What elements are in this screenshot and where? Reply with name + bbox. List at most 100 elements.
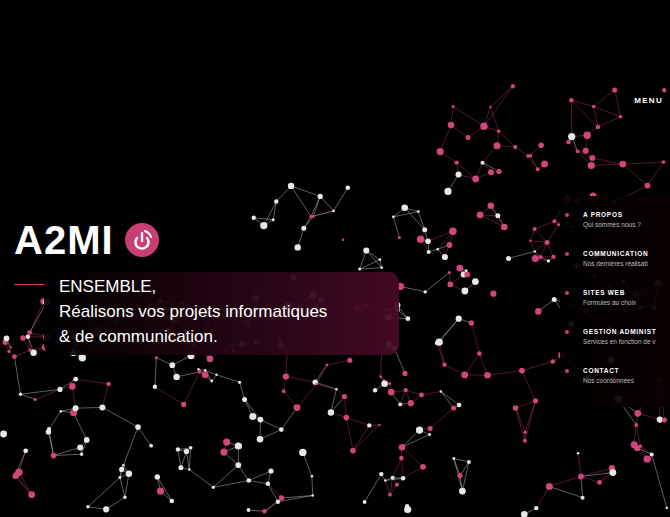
network-node [581, 496, 585, 500]
network-node [155, 356, 158, 359]
network-node [425, 238, 431, 244]
network-link [291, 186, 311, 217]
side-menu-texts[interactable]: COMMUNICATIONNos dernières réalisati [583, 249, 648, 269]
bullet-dot-icon [565, 252, 569, 256]
network-node [26, 335, 30, 339]
network-link [462, 462, 469, 491]
side-menu-title[interactable]: GESTION ADMINIST [583, 327, 656, 337]
network-node [427, 250, 431, 254]
network-node [469, 320, 474, 325]
network-node [568, 133, 575, 140]
network-node [198, 370, 202, 374]
tagline-line: & de communication. [59, 324, 387, 349]
network-node [188, 468, 191, 471]
network-link [439, 319, 459, 342]
network-node [103, 506, 109, 512]
network-link [393, 458, 402, 478]
network-link [428, 231, 453, 241]
network-node [417, 235, 425, 243]
network-link [499, 131, 516, 147]
network-node [332, 210, 335, 213]
side-menu-title[interactable]: SITES WEB [583, 288, 636, 298]
network-node [272, 218, 275, 221]
network-link [320, 196, 333, 211]
network-link [278, 496, 313, 502]
network-link [454, 459, 469, 462]
network-link [102, 384, 108, 408]
logo-text[interactable]: A2MI [14, 218, 114, 262]
side-menu-title[interactable]: COMMUNICATION [583, 249, 648, 259]
network-node [490, 291, 496, 297]
tagline-box: ENSEMBLE,Réalisons vos projets informati… [44, 272, 399, 355]
network-link [311, 476, 313, 495]
side-menu-item[interactable]: CONTACTNos coordonnées [560, 360, 670, 399]
network-link [346, 418, 369, 426]
network-link [102, 407, 138, 427]
network-node [546, 483, 553, 490]
menu-button[interactable]: MENU [634, 95, 663, 107]
network-node [541, 161, 548, 168]
network-link [591, 164, 623, 165]
network-link [155, 358, 157, 387]
side-menu-item[interactable]: A PROPOSQui sommes nous ? [560, 204, 670, 243]
side-menu-subtitle[interactable]: Services en fonction de v [583, 337, 656, 347]
network-node [489, 106, 491, 108]
network-link [48, 432, 53, 456]
network-node [106, 382, 110, 386]
side-menu-item[interactable]: COMMUNICATIONNos dernières réalisati [560, 243, 670, 282]
network-node [204, 369, 207, 372]
network-node [28, 491, 35, 498]
network-node [406, 316, 411, 321]
side-menu-subtitle[interactable]: Qui sommes nous ? [583, 220, 641, 230]
network-node [153, 385, 157, 389]
network-link [360, 260, 380, 270]
bullet-dot-icon [565, 213, 569, 217]
network-node [453, 457, 456, 460]
network-link [155, 387, 184, 405]
network-node [73, 377, 78, 382]
network-node [401, 476, 406, 481]
network-node [424, 290, 427, 293]
network-link [317, 384, 337, 389]
network-node [57, 387, 62, 392]
side-menu-subtitle[interactable]: Nos coordonnées [583, 376, 634, 386]
side-menu-texts[interactable]: CONTACTNos coordonnées [583, 366, 634, 386]
network-link [652, 454, 667, 508]
network-node [417, 210, 420, 213]
bullet-dot-icon [565, 291, 569, 295]
network-node [295, 244, 301, 250]
network-node [449, 227, 457, 235]
side-menu-texts[interactable]: A PROPOSQui sommes nous ? [583, 210, 641, 230]
network-link [581, 473, 613, 477]
network-node [379, 472, 383, 476]
side-menu-texts[interactable]: SITES WEBFormules au choix [583, 288, 636, 308]
network-node [0, 431, 7, 438]
network-node [657, 417, 663, 423]
network-link [286, 377, 315, 383]
network-link [19, 472, 32, 494]
network-node [282, 389, 286, 393]
network-link [623, 164, 648, 186]
network-node [79, 354, 86, 361]
side-menu-subtitle[interactable]: Formules au choix [583, 298, 636, 308]
network-node [428, 426, 433, 431]
side-menu-subtitle[interactable]: Nos dernières réalisati [583, 259, 648, 269]
network-node [318, 194, 323, 199]
network-node [662, 88, 666, 92]
network-link [123, 427, 138, 465]
network-node [207, 356, 214, 363]
network-node [457, 403, 462, 408]
network-node [634, 410, 641, 417]
network-link [54, 447, 81, 455]
network-node [350, 448, 356, 454]
network-node [452, 105, 455, 108]
network-node [86, 505, 89, 508]
side-menu-item[interactable]: GESTION ADMINISTServices en fonction de … [560, 321, 670, 360]
network-node [399, 456, 404, 461]
side-menu-item[interactable]: SITES WEBFormules au choix [560, 282, 670, 321]
network-link [471, 323, 479, 354]
side-menu-title[interactable]: CONTACT [583, 366, 634, 376]
side-menu-title[interactable]: A PROPOS [583, 210, 641, 220]
side-menu-texts[interactable]: GESTION ADMINISTServices en fonction de … [583, 327, 656, 347]
network-node [279, 495, 284, 500]
